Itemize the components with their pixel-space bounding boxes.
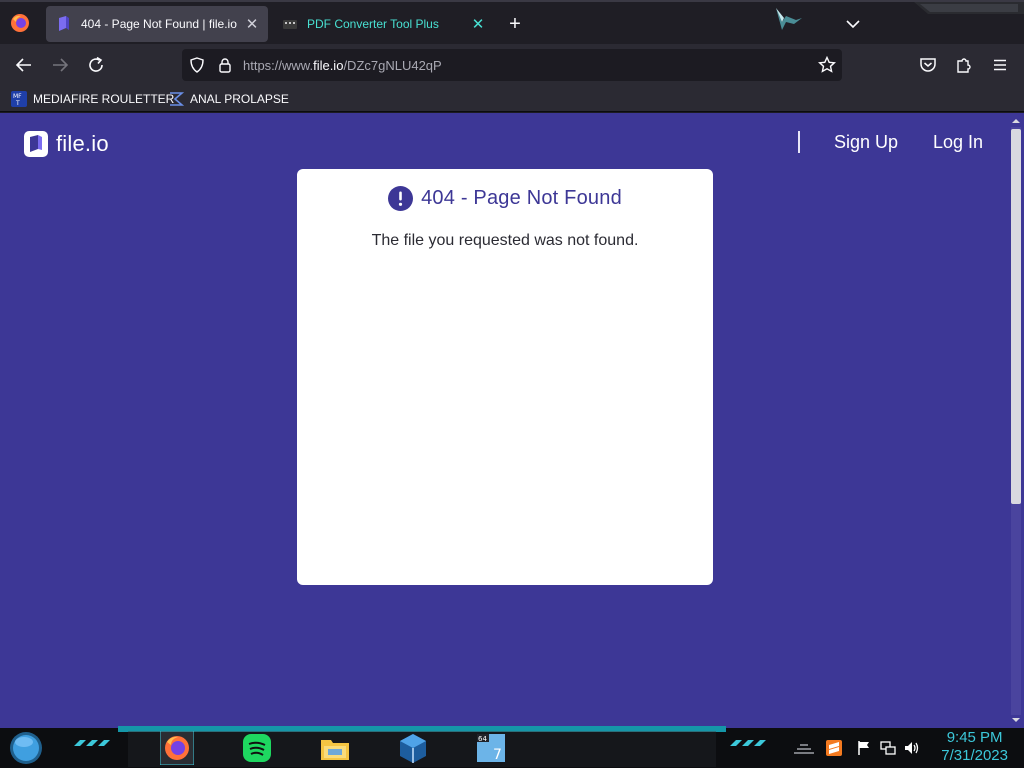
- url-path: /DZc7gNLU42qP: [343, 58, 442, 73]
- bookmark-star-icon[interactable]: [818, 56, 836, 74]
- dolphin-theme-icon: [776, 8, 802, 30]
- scroll-down-arrow-icon[interactable]: [1012, 716, 1020, 724]
- site-logo[interactable]: file.io: [24, 131, 109, 157]
- back-button[interactable]: [12, 53, 36, 77]
- tab-file-io[interactable]: 404 - Page Not Found | file.io ✕: [46, 6, 268, 42]
- firefox-menu-icon[interactable]: [10, 13, 30, 33]
- error-card: 404 - Page Not Found The file you reques…: [297, 169, 713, 585]
- svg-text:T: T: [15, 100, 20, 107]
- spotify-icon[interactable]: [240, 731, 274, 765]
- scroll-up-arrow-icon[interactable]: [1012, 117, 1020, 125]
- tab-close-icon[interactable]: ✕: [466, 12, 490, 36]
- url-scheme: https://www.: [243, 58, 314, 73]
- action-center-flag-icon[interactable]: [856, 740, 872, 756]
- exclamation-circle-icon: [388, 186, 414, 211]
- taskbar-decoration: [74, 740, 110, 746]
- svg-text:7: 7: [493, 747, 502, 763]
- header-divider: [798, 131, 800, 153]
- clock-time: 9:45 PM: [946, 729, 1003, 746]
- navigation-toolbar: https://www.file.io/DZc7gNLU42qP: [0, 44, 1024, 86]
- site-logo-text: file.io: [56, 131, 109, 156]
- sublime-icon[interactable]: [826, 740, 842, 756]
- reload-button[interactable]: [84, 53, 108, 77]
- firefox-icon[interactable]: [160, 731, 194, 765]
- forward-button[interactable]: [48, 53, 72, 77]
- log-in-link[interactable]: Log In: [933, 132, 983, 153]
- app-menu-button[interactable]: [988, 53, 1012, 77]
- tracking-protection-shield-icon[interactable]: [189, 57, 205, 73]
- sign-up-link[interactable]: Sign Up: [834, 132, 898, 153]
- mediafire-icon: MF T: [11, 91, 27, 107]
- bookmark-label: MEDIAFIRE ROULETTER: [33, 92, 175, 106]
- start-button-orb-icon[interactable]: [7, 730, 45, 766]
- bookmark-label: ANAL PROLAPSE: [190, 92, 289, 106]
- network-icon[interactable]: [880, 740, 896, 756]
- windows7-64-icon[interactable]: 64 7: [474, 731, 508, 765]
- tab-close-icon[interactable]: ✕: [240, 12, 264, 36]
- taskbar-decoration: [730, 740, 766, 746]
- pocket-button[interactable]: [916, 53, 940, 77]
- page-scrollbar[interactable]: [1008, 113, 1024, 728]
- tab-title: 404 - Page Not Found | file.io: [81, 17, 237, 31]
- system-clock[interactable]: 9:45 PM 7/31/2023: [941, 729, 1008, 765]
- address-bar[interactable]: https://www.file.io/DZc7gNLU42qP: [182, 49, 842, 81]
- svg-text:MF: MF: [13, 93, 22, 100]
- bookmark-sigma[interactable]: ANAL PROLAPSE: [168, 89, 289, 109]
- new-tab-button[interactable]: +: [503, 12, 527, 36]
- theme-decoration: [914, 2, 1024, 14]
- lock-icon[interactable]: [217, 57, 233, 73]
- svg-text:64: 64: [478, 735, 487, 743]
- virtualbox-icon[interactable]: [396, 731, 430, 765]
- volume-icon[interactable]: [904, 740, 920, 756]
- error-title: 404 - Page Not Found: [421, 187, 622, 209]
- scrollbar-thumb[interactable]: [1011, 129, 1021, 504]
- error-header: 404 - Page Not Found: [297, 186, 713, 211]
- arrow-left-icon: [15, 58, 31, 72]
- arrow-right-icon: [53, 58, 69, 72]
- tab-title: PDF Converter Tool Plus: [307, 17, 439, 31]
- chevron-down-icon[interactable]: [843, 14, 863, 34]
- clock-date: 7/31/2023: [941, 747, 1008, 764]
- error-message: The file you requested was not found.: [371, 232, 639, 249]
- fileio-logo-icon: [24, 131, 48, 157]
- fileio-favicon: [59, 16, 69, 31]
- extensions-button[interactable]: [952, 53, 976, 77]
- hamburger-menu-icon: [994, 59, 1006, 71]
- url-host: file.io: [313, 58, 344, 73]
- url-text[interactable]: https://www.file.io/DZc7gNLU42qP: [243, 58, 442, 73]
- bookmark-mediafire-rouletter[interactable]: MF T MEDIAFIRE ROULETTER: [11, 89, 174, 109]
- show-desktop-stack-icon[interactable]: [792, 740, 816, 756]
- file-explorer-icon[interactable]: [318, 731, 352, 765]
- page-viewport: file.io Sign Up Log In 404 - Page Not Fo…: [0, 113, 1008, 728]
- pocket-icon: [920, 58, 936, 72]
- pdf-converter-favicon: [283, 20, 297, 29]
- tab-pdf-converter[interactable]: PDF Converter Tool Plus ✕: [272, 6, 494, 42]
- puzzle-piece-icon: [957, 58, 971, 73]
- taskbar: 64 7 9:45 PM 7/31/2023: [0, 726, 1024, 768]
- tab-bar: 404 - Page Not Found | file.io ✕ PDF Con…: [0, 0, 1024, 44]
- sigma-icon: [170, 92, 184, 106]
- bookmarks-toolbar: MF T MEDIAFIRE ROULETTER ANAL PROLAPSE: [0, 86, 1024, 112]
- reload-icon: [89, 56, 103, 72]
